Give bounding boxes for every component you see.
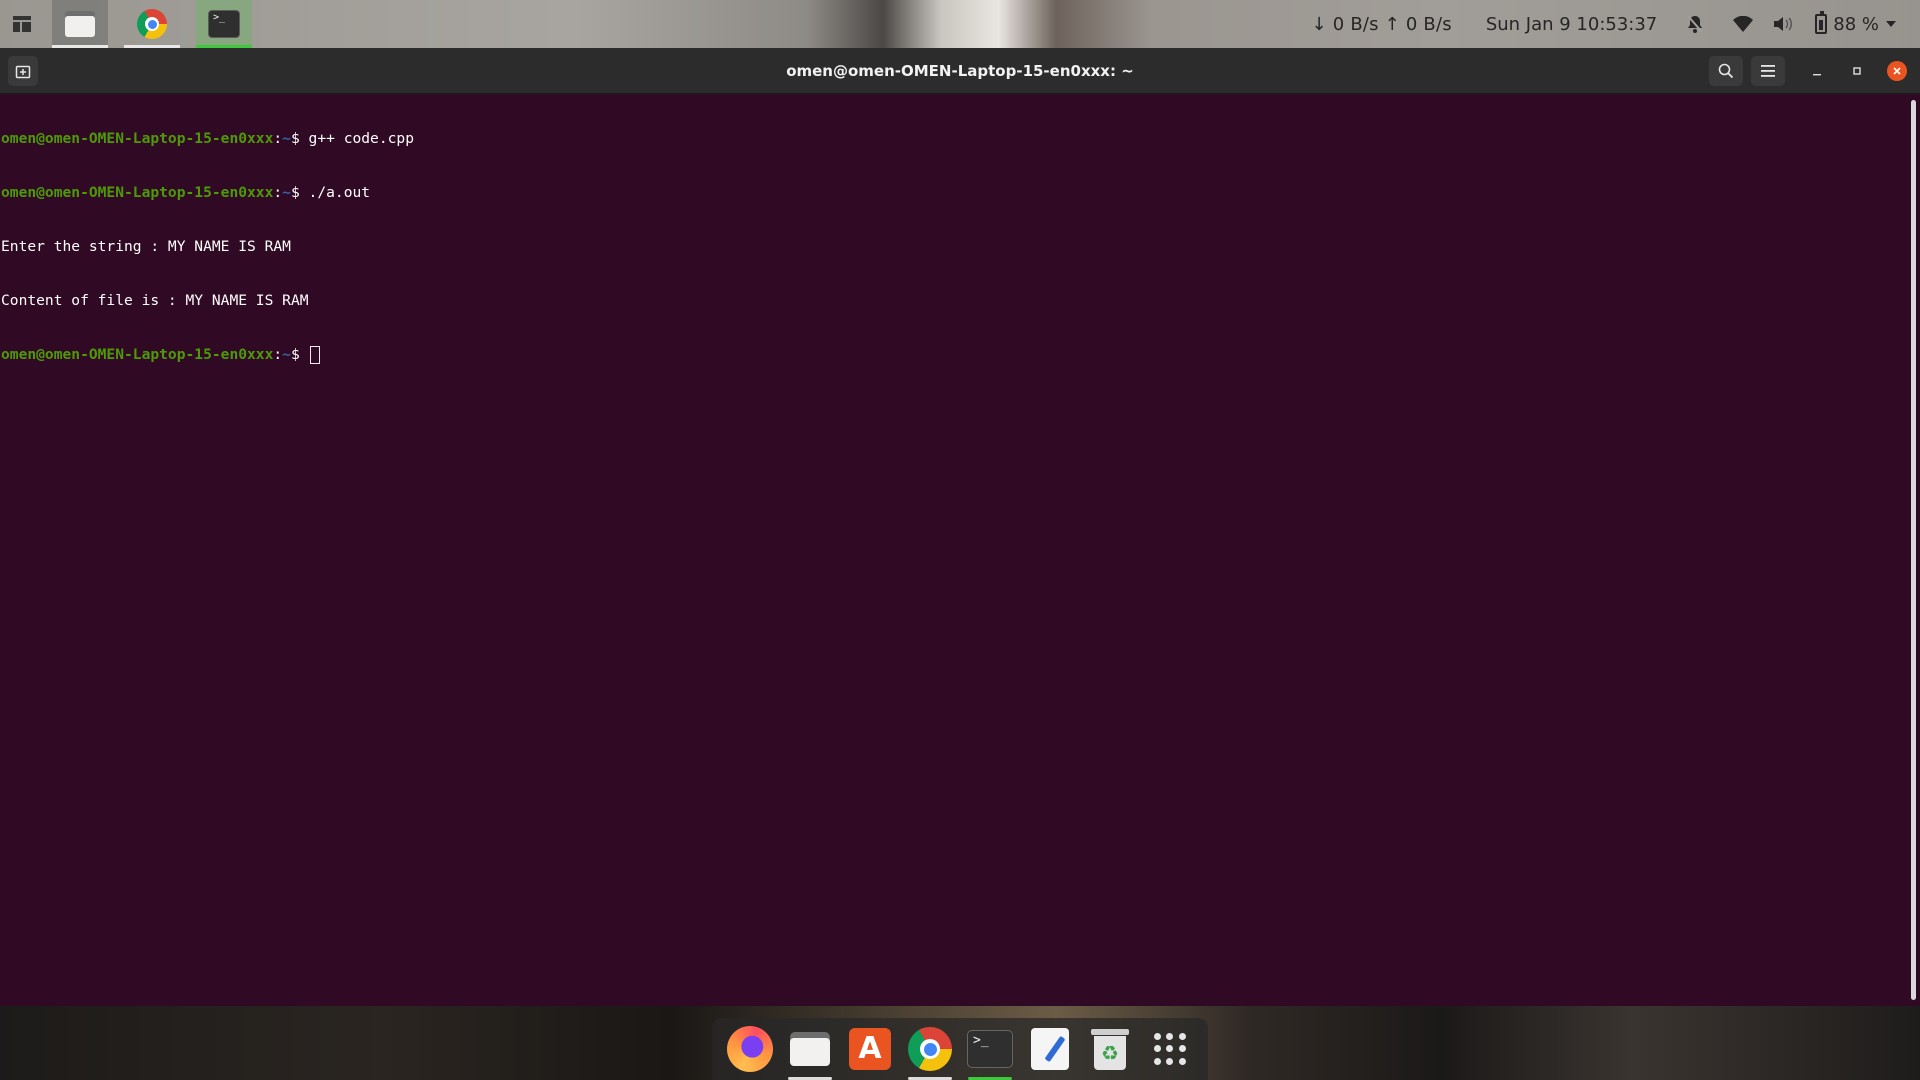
window-title: omen@omen-OMEN-Laptop-15-en0xxx: ~ — [786, 62, 1134, 80]
terminal-output[interactable]: omen@omen-OMEN-Laptop-15-en0xxx:~$ g++ c… — [0, 94, 1906, 1006]
topbar-app-chrome[interactable] — [124, 0, 180, 48]
battery-indicator: 88 % — [1815, 11, 1896, 35]
prompt-path: ~ — [282, 184, 291, 201]
chrome-icon — [908, 1027, 952, 1071]
show-apps-grid-icon — [1154, 1033, 1186, 1065]
topbar-app-terminal[interactable]: >_ — [196, 0, 252, 48]
restore-icon — [1853, 67, 1861, 75]
minimize-button[interactable] — [1807, 61, 1827, 81]
minimize-icon — [1813, 74, 1821, 76]
prompt-separator: : — [273, 184, 283, 201]
terminal-window: omen@omen-OMEN-Laptop-15-en0xxx: ~ omen@… — [0, 48, 1920, 1006]
close-icon — [1893, 67, 1901, 75]
prompt-separator: : — [273, 346, 283, 363]
activities-grid-icon — [13, 16, 31, 32]
dock-item-trash[interactable]: ♻ — [1080, 1018, 1140, 1080]
command-text: g++ code.cpp — [308, 130, 414, 147]
terminal-line: omen@omen-OMEN-Laptop-15-en0xxx:~$ ./a.o… — [1, 184, 1906, 202]
dock-item-text-editor[interactable] — [1020, 1018, 1080, 1080]
prompt-user: omen@omen-OMEN-Laptop-15-en0xxx — [1, 130, 274, 147]
maximize-button[interactable] — [1847, 61, 1867, 81]
files-icon — [65, 11, 95, 37]
network-speed-indicator[interactable]: ↓ 0 B/s ↑ 0 B/s — [1312, 14, 1452, 35]
system-tray[interactable]: 88 % — [1667, 11, 1896, 35]
terminal-icon: >_ — [967, 1030, 1013, 1068]
notifications-off-icon — [1687, 15, 1704, 33]
terminal-line: omen@omen-OMEN-Laptop-15-en0xxx:~$ — [1, 346, 1906, 364]
files-icon — [790, 1032, 830, 1066]
battery-percent: 88 % — [1833, 13, 1879, 35]
dock-item-chrome[interactable] — [900, 1018, 960, 1080]
close-button[interactable] — [1887, 61, 1907, 81]
prompt-user: omen@omen-OMEN-Laptop-15-en0xxx — [1, 346, 274, 363]
window-headerbar[interactable]: omen@omen-OMEN-Laptop-15-en0xxx: ~ — [0, 48, 1920, 94]
dock-item-files[interactable] — [780, 1018, 840, 1080]
trash-icon: ♻ — [1091, 1027, 1129, 1071]
volume-icon — [1773, 16, 1793, 32]
battery-icon — [1815, 11, 1828, 34]
output-text: Enter the string : MY NAME IS RAM — [1, 238, 291, 255]
terminal-line: Content of file is : MY NAME IS RAM — [1, 292, 1906, 310]
hamburger-menu-button[interactable] — [1751, 56, 1785, 86]
search-icon — [1718, 63, 1734, 79]
command-text: ./a.out — [308, 184, 371, 201]
terminal-scrollbar[interactable] — [1911, 100, 1916, 1000]
dock-item-show-apps[interactable] — [1140, 1018, 1200, 1080]
hamburger-menu-icon — [1761, 65, 1775, 77]
terminal-cursor — [309, 346, 320, 364]
output-text: Content of file is : MY NAME IS RAM — [1, 292, 309, 309]
dock-item-firefox[interactable] — [720, 1018, 780, 1080]
terminal-line: Enter the string : MY NAME IS RAM — [1, 238, 1906, 256]
text-editor-icon — [1031, 1028, 1069, 1070]
clock[interactable]: Sun Jan 9 10:53:37 — [1486, 14, 1657, 35]
app-store-icon: A — [849, 1028, 891, 1070]
firefox-icon — [727, 1026, 773, 1072]
chrome-icon — [137, 9, 167, 39]
prompt-symbol: $ — [290, 130, 309, 147]
dock-item-terminal[interactable]: >_ — [960, 1018, 1020, 1080]
top-bar: >_ ↓ 0 B/s ↑ 0 B/s Sun Jan 9 10:53:37 88… — [0, 0, 1920, 48]
prompt-path: ~ — [282, 130, 291, 147]
search-button[interactable] — [1709, 56, 1743, 86]
terminal-line: omen@omen-OMEN-Laptop-15-en0xxx:~$ g++ c… — [1, 130, 1906, 148]
new-tab-button[interactable] — [8, 56, 38, 86]
dock-item-software[interactable]: A — [840, 1018, 900, 1080]
prompt-path: ~ — [282, 346, 291, 363]
prompt-symbol: $ — [290, 346, 309, 363]
prompt-symbol: $ — [290, 184, 309, 201]
dock: A >_ ♻ — [712, 1018, 1208, 1080]
topbar-app-files[interactable] — [52, 0, 108, 48]
terminal-icon: >_ — [208, 10, 240, 38]
new-tab-icon — [15, 65, 31, 79]
wifi-icon — [1733, 16, 1754, 32]
activities-button[interactable] — [0, 0, 44, 48]
system-menu-caret-icon — [1886, 21, 1896, 27]
prompt-user: omen@omen-OMEN-Laptop-15-en0xxx — [1, 184, 274, 201]
prompt-separator: : — [273, 130, 283, 147]
